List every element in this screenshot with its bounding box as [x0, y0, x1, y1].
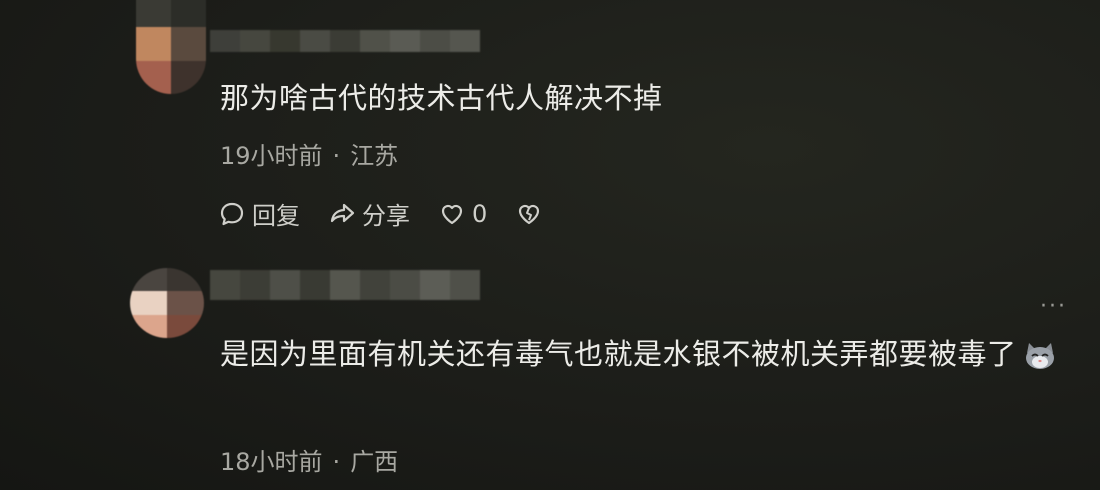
separator: · [332, 448, 341, 476]
comment-text: 那为啥古代的技术古代人解决不掉 [220, 81, 663, 115]
username[interactable] [210, 30, 480, 52]
comment-icon [220, 202, 244, 225]
share-label: 分享 [362, 202, 410, 230]
comment-text-content: 是因为里面有机关还有毒气也就是水银不被机关弄都要被毒了 [220, 337, 1017, 371]
share-button[interactable]: 分享 [328, 196, 410, 231]
avatar[interactable] [136, 0, 206, 94]
comment-location: 广西 [350, 448, 399, 476]
broken-heart-icon [519, 204, 540, 224]
comment-location: 江苏 [350, 142, 399, 170]
avatar[interactable] [130, 268, 204, 338]
comment-meta: 18小时前 · 广西 [220, 442, 398, 477]
comment-time: 19小时前 [220, 142, 323, 170]
like-button[interactable]: 0 [438, 200, 487, 228]
more-options-button[interactable]: ··· [1040, 294, 1067, 319]
comment-meta: 19小时前 · 江苏 [220, 136, 398, 171]
reply-label: 回复 [252, 202, 300, 230]
comment-text: 是因为里面有机关还有毒气也就是水银不被机关弄都要被毒了 [220, 330, 1080, 378]
comment-item: 那为啥古代的技术古代人解决不掉 19小时前 · 江苏 回复 分享 0 [0, 0, 1100, 260]
comment-actions: 回复 分享 0 [218, 196, 577, 231]
reply-button[interactable]: 回复 [218, 196, 300, 231]
heart-icon [441, 204, 463, 224]
like-count: 0 [472, 199, 488, 228]
username[interactable] [210, 270, 480, 300]
cat-face-emoji [1025, 343, 1054, 369]
separator: · [332, 142, 341, 170]
share-icon [330, 203, 355, 222]
dislike-button[interactable] [515, 200, 549, 228]
comment-time: 18小时前 [220, 448, 323, 476]
comment-item: ··· 是因为里面有机关还有毒气也就是水银不被机关弄都要被毒了 18小时前 · 广西 [0, 262, 1100, 490]
